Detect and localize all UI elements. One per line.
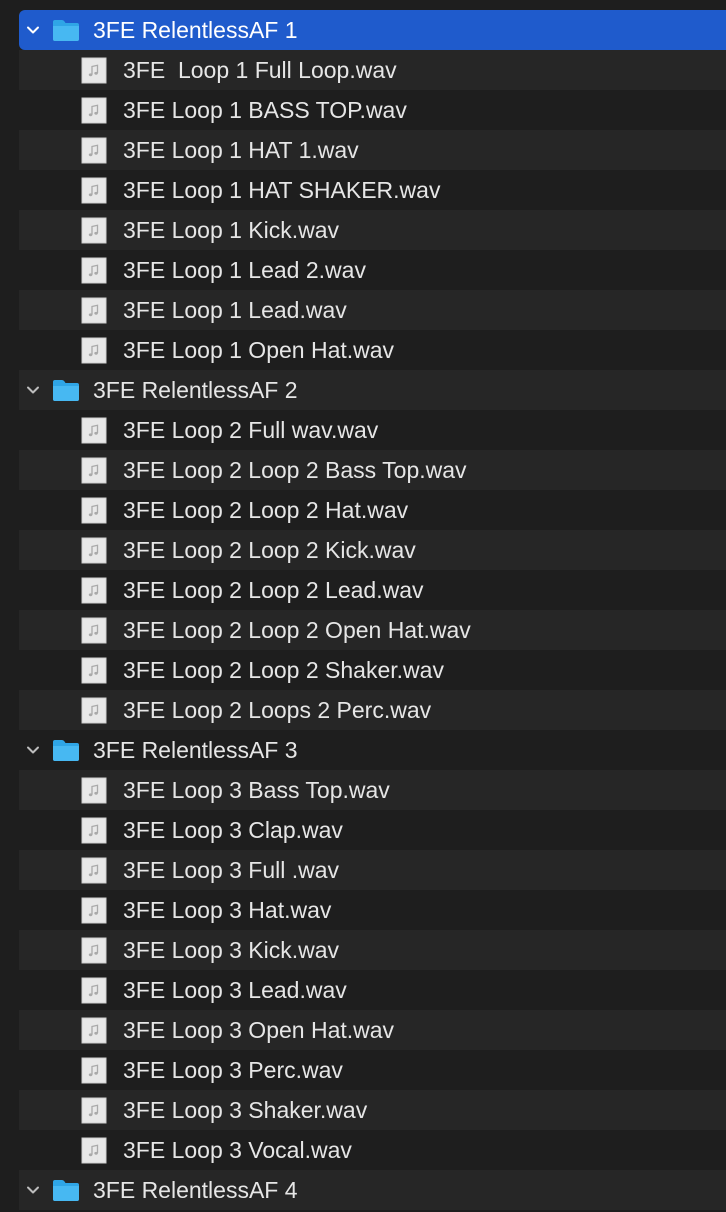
folder-icon [52,18,80,42]
file-name: 3FE Loop 3 Open Hat.wav [123,1017,395,1043]
file-row[interactable]: 3FE Loop 3 Shaker.wav [19,1090,726,1130]
file-row[interactable]: 3FE Loop 2 Full wav.wav [19,410,726,450]
folder-icon [52,378,80,402]
chevron-down-icon[interactable] [25,382,41,398]
audio-file-icon [81,977,107,1004]
file-row[interactable]: 3FE Loop 3 Vocal.wav [19,1130,726,1170]
audio-file-icon [81,577,107,604]
folder-name: 3FE RelentlessAF 2 [93,377,298,403]
audio-file-icon [81,497,107,524]
folder-row[interactable]: 3FE RelentlessAF 3 [19,730,726,770]
chevron-down-icon[interactable] [25,22,41,38]
file-name: 3FE Loop 2 Loop 2 Kick.wav [123,537,416,563]
chevron-down-icon[interactable] [25,1182,41,1198]
file-name: 3FE Loop 3 Hat.wav [123,897,332,923]
file-name: 3FE Loop 1 Lead.wav [123,297,347,323]
chevron-down-icon[interactable] [25,742,41,758]
file-row[interactable]: 3FE Loop 2 Loop 2 Open Hat.wav [19,610,726,650]
audio-file-icon [81,57,107,84]
file-name: 3FE Loop 3 Clap.wav [123,817,343,843]
file-name: 3FE Loop 1 BASS TOP.wav [123,97,407,123]
folder-icon [52,1178,80,1202]
file-row[interactable]: 3FE Loop 3 Kick.wav [19,930,726,970]
file-row[interactable]: 3FE Loop 1 Lead.wav [19,290,726,330]
audio-file-icon [81,537,107,564]
file-row[interactable]: 3FE Loop 1 Kick.wav [19,210,726,250]
audio-file-icon [81,617,107,644]
audio-file-icon [81,217,107,244]
audio-file-icon [81,857,107,884]
file-name: 3FE Loop 2 Loop 2 Lead.wav [123,577,424,603]
audio-file-icon [81,657,107,684]
file-row[interactable]: 3FE Loop 2 Loop 2 Shaker.wav [19,650,726,690]
file-name: 3FE Loop 2 Full wav.wav [123,417,379,443]
audio-file-icon [81,1097,107,1124]
file-name: 3FE Loop 3 Perc.wav [123,1057,343,1083]
audio-file-icon [81,697,107,724]
file-name: 3FE Loop 1 Full Loop.wav [123,57,397,83]
file-row[interactable]: 3FE Loop 2 Loops 2 Perc.wav [19,690,726,730]
file-name: 3FE Loop 1 Open Hat.wav [123,337,395,363]
audio-file-icon [81,457,107,484]
file-name: 3FE Loop 3 Bass Top.wav [123,777,390,803]
file-name: 3FE Loop 3 Vocal.wav [123,1137,352,1163]
file-row[interactable]: 3FE Loop 1 Open Hat.wav [19,330,726,370]
folder-icon [52,738,80,762]
file-row[interactable]: 3FE Loop 2 Loop 2 Kick.wav [19,530,726,570]
file-row[interactable]: 3FE Loop 3 Perc.wav [19,1050,726,1090]
audio-file-icon [81,97,107,124]
file-name: 3FE Loop 3 Shaker.wav [123,1097,368,1123]
audio-file-icon [81,1057,107,1084]
audio-file-icon [81,1017,107,1044]
file-name: 3FE Loop 3 Kick.wav [123,937,340,963]
audio-file-icon [81,937,107,964]
file-name: 3FE Loop 3 Lead.wav [123,977,347,1003]
file-row[interactable]: 3FE Loop 3 Bass Top.wav [19,770,726,810]
file-row[interactable]: 3FE Loop 1 HAT 1.wav [19,130,726,170]
audio-file-icon [81,297,107,324]
file-row[interactable]: 3FE Loop 1 BASS TOP.wav [19,90,726,130]
file-row[interactable]: 3FE Loop 1 Full Loop.wav [19,50,726,90]
file-row[interactable]: 3FE Loop 2 Loop 2 Hat.wav [19,490,726,530]
folder-row[interactable]: 3FE RelentlessAF 2 [19,370,726,410]
file-name: 3FE Loop 2 Loop 2 Hat.wav [123,497,409,523]
audio-file-icon [81,897,107,924]
audio-file-icon [81,177,107,204]
file-name: 3FE Loop 2 Loop 2 Open Hat.wav [123,617,471,643]
file-row[interactable]: 3FE Loop 3 Hat.wav [19,890,726,930]
folder-row[interactable]: 3FE RelentlessAF 1 [19,10,726,50]
file-row[interactable]: 3FE Loop 1 HAT SHAKER.wav [19,170,726,210]
audio-file-icon [81,137,107,164]
file-name: 3FE Loop 2 Loop 2 Bass Top.wav [123,457,467,483]
file-row[interactable]: 3FE Loop 1 Lead 2.wav [19,250,726,290]
file-name: 3FE Loop 1 HAT SHAKER.wav [123,177,441,203]
file-row[interactable]: 3FE Loop 3 Lead.wav [19,970,726,1010]
file-list: 3FE RelentlessAF 1 3FE Loop 1 Full Loop.w… [0,0,726,1212]
file-name: 3FE Loop 1 Kick.wav [123,217,340,243]
audio-file-icon [81,777,107,804]
file-row[interactable]: 3FE Loop 3 Clap.wav [19,810,726,850]
folder-row[interactable]: 3FE RelentlessAF 4 [19,1170,726,1210]
file-name: 3FE Loop 3 Full .wav [123,857,340,883]
file-name: 3FE Loop 2 Loops 2 Perc.wav [123,697,432,723]
folder-name: 3FE RelentlessAF 4 [93,1177,298,1203]
folder-name: 3FE RelentlessAF 1 [93,17,298,43]
audio-file-icon [81,417,107,444]
file-row[interactable]: 3FE Loop 2 Loop 2 Bass Top.wav [19,450,726,490]
file-row[interactable]: 3FE Loop 3 Open Hat.wav [19,1010,726,1050]
audio-file-icon [81,1137,107,1164]
audio-file-icon [81,257,107,284]
file-name: 3FE Loop 1 Lead 2.wav [123,257,366,283]
audio-file-icon [81,337,107,364]
file-name: 3FE Loop 1 HAT 1.wav [123,137,359,163]
audio-file-icon [81,817,107,844]
file-row[interactable]: 3FE Loop 3 Full .wav [19,850,726,890]
file-name: 3FE Loop 2 Loop 2 Shaker.wav [123,657,444,683]
folder-name: 3FE RelentlessAF 3 [93,737,298,763]
file-row[interactable]: 3FE Loop 2 Loop 2 Lead.wav [19,570,726,610]
